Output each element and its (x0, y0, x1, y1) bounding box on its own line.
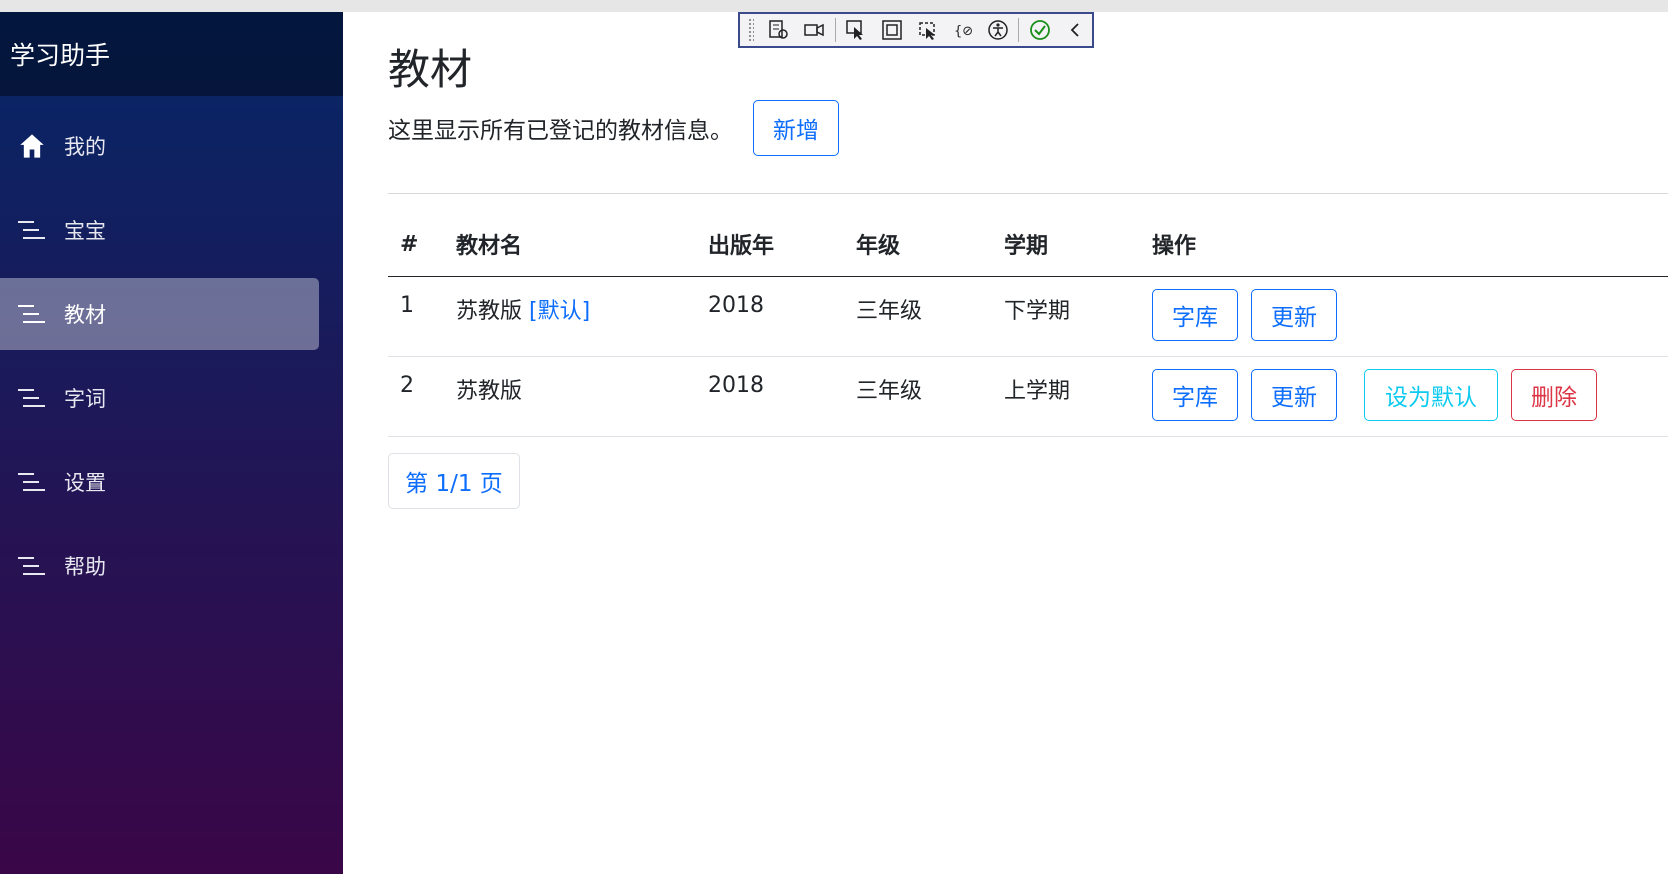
sidebar-item-settings[interactable]: 设置 (0, 446, 319, 518)
chevron-left-icon[interactable] (1059, 15, 1092, 45)
library-button[interactable]: 字库 (1152, 289, 1238, 341)
default-tag: [默认] (529, 299, 591, 324)
update-button[interactable]: 更新 (1251, 289, 1337, 341)
drag-handle-icon[interactable] (748, 18, 754, 42)
sidebar: 学习助手 我的 宝宝 教材 字词 设置 帮助 (0, 12, 343, 874)
sidebar-item-textbook[interactable]: 教材 (0, 278, 319, 350)
table-row: 2 苏教版 2018 三年级 上学期 字库 更新 设为默认 删除 (388, 356, 1668, 437)
list-icon (16, 551, 48, 581)
sidebar-item-label: 帮助 (64, 555, 106, 579)
toolbar-separator (1018, 18, 1020, 42)
cell-term: 下学期 (992, 276, 1140, 357)
cell-year: 2018 (696, 276, 844, 357)
textbook-table: # 教材名 出版年 年级 学期 操作 1 苏教版 [默认] 2018 三年级 下… (388, 212, 1668, 437)
list-icon (16, 467, 48, 497)
update-button[interactable]: 更新 (1251, 369, 1337, 421)
table-row: 1 苏教版 [默认] 2018 三年级 下学期 字库 更新 (388, 276, 1668, 357)
cell-name: 苏教版 [默认] (444, 276, 696, 357)
live-tree-icon[interactable] (762, 15, 795, 45)
browser-top-strip (0, 0, 1668, 12)
cell-grade: 三年级 (844, 356, 992, 437)
divider (388, 193, 1668, 194)
sidebar-item-mine[interactable]: 我的 (0, 110, 319, 182)
sidebar-item-label: 设置 (64, 471, 106, 495)
video-icon[interactable] (797, 15, 830, 45)
svg-text:{⊘}: {⊘} (954, 24, 973, 39)
sidebar-nav: 我的 宝宝 教材 字词 设置 帮助 (0, 96, 343, 602)
page-subtitle: 这里显示所有已登记的教材信息。 (388, 118, 733, 144)
cell-term: 上学期 (992, 356, 1140, 437)
cell-actions: 字库 更新 设为默认 删除 (1140, 356, 1668, 437)
list-icon (16, 215, 48, 245)
brand-title[interactable]: 学习助手 (0, 12, 343, 96)
list-icon (16, 383, 48, 413)
select-element-icon[interactable] (840, 15, 873, 45)
cell-num: 1 (388, 276, 444, 357)
page-title: 教材 (388, 45, 473, 94)
library-button[interactable]: 字库 (1152, 369, 1238, 421)
add-button[interactable]: 新增 (753, 100, 839, 156)
dev-toolbar: {⊘} (738, 12, 1094, 48)
header-grade: 年级 (844, 212, 992, 277)
header-actions: 操作 (1140, 212, 1668, 277)
main-content: {⊘} 教材 这里显示所有已登记的教材信息。 新增 # 教材名 出版年 年级 学… (343, 12, 1668, 874)
sidebar-item-label: 字词 (64, 387, 106, 411)
header-term: 学期 (992, 212, 1140, 277)
check-icon[interactable] (1023, 15, 1056, 45)
cell-grade: 三年级 (844, 276, 992, 357)
set-default-button[interactable]: 设为默认 (1364, 369, 1498, 421)
list-icon (16, 299, 48, 329)
sidebar-item-label: 宝宝 (64, 219, 106, 243)
home-icon (16, 131, 48, 161)
cell-num: 2 (388, 356, 444, 437)
textbook-name: 苏教版 (456, 299, 523, 324)
sidebar-item-label: 教材 (64, 303, 106, 327)
delete-button[interactable]: 删除 (1511, 369, 1597, 421)
table-header-row: # 教材名 出版年 年级 学期 操作 (388, 212, 1668, 277)
toolbar-separator (834, 18, 836, 42)
header-num: # (388, 212, 444, 277)
sidebar-item-words[interactable]: 字词 (0, 362, 319, 434)
header-name: 教材名 (444, 212, 696, 277)
track-focus-icon[interactable] (910, 15, 943, 45)
sidebar-item-label: 我的 (64, 135, 106, 159)
textbook-name: 苏教版 (456, 379, 523, 404)
accessibility-icon[interactable] (981, 15, 1014, 45)
binding-icon[interactable]: {⊘} (946, 15, 979, 45)
sidebar-item-help[interactable]: 帮助 (0, 530, 319, 602)
cell-actions: 字库 更新 (1140, 276, 1668, 357)
sidebar-item-baby[interactable]: 宝宝 (0, 194, 319, 266)
cell-year: 2018 (696, 356, 844, 437)
pagination-label[interactable]: 第 1/1 页 (388, 453, 520, 509)
subtitle-row: 这里显示所有已登记的教材信息。 新增 (388, 100, 839, 156)
layout-adorner-icon[interactable] (875, 15, 908, 45)
cell-name: 苏教版 (444, 356, 696, 437)
header-year: 出版年 (696, 212, 844, 277)
